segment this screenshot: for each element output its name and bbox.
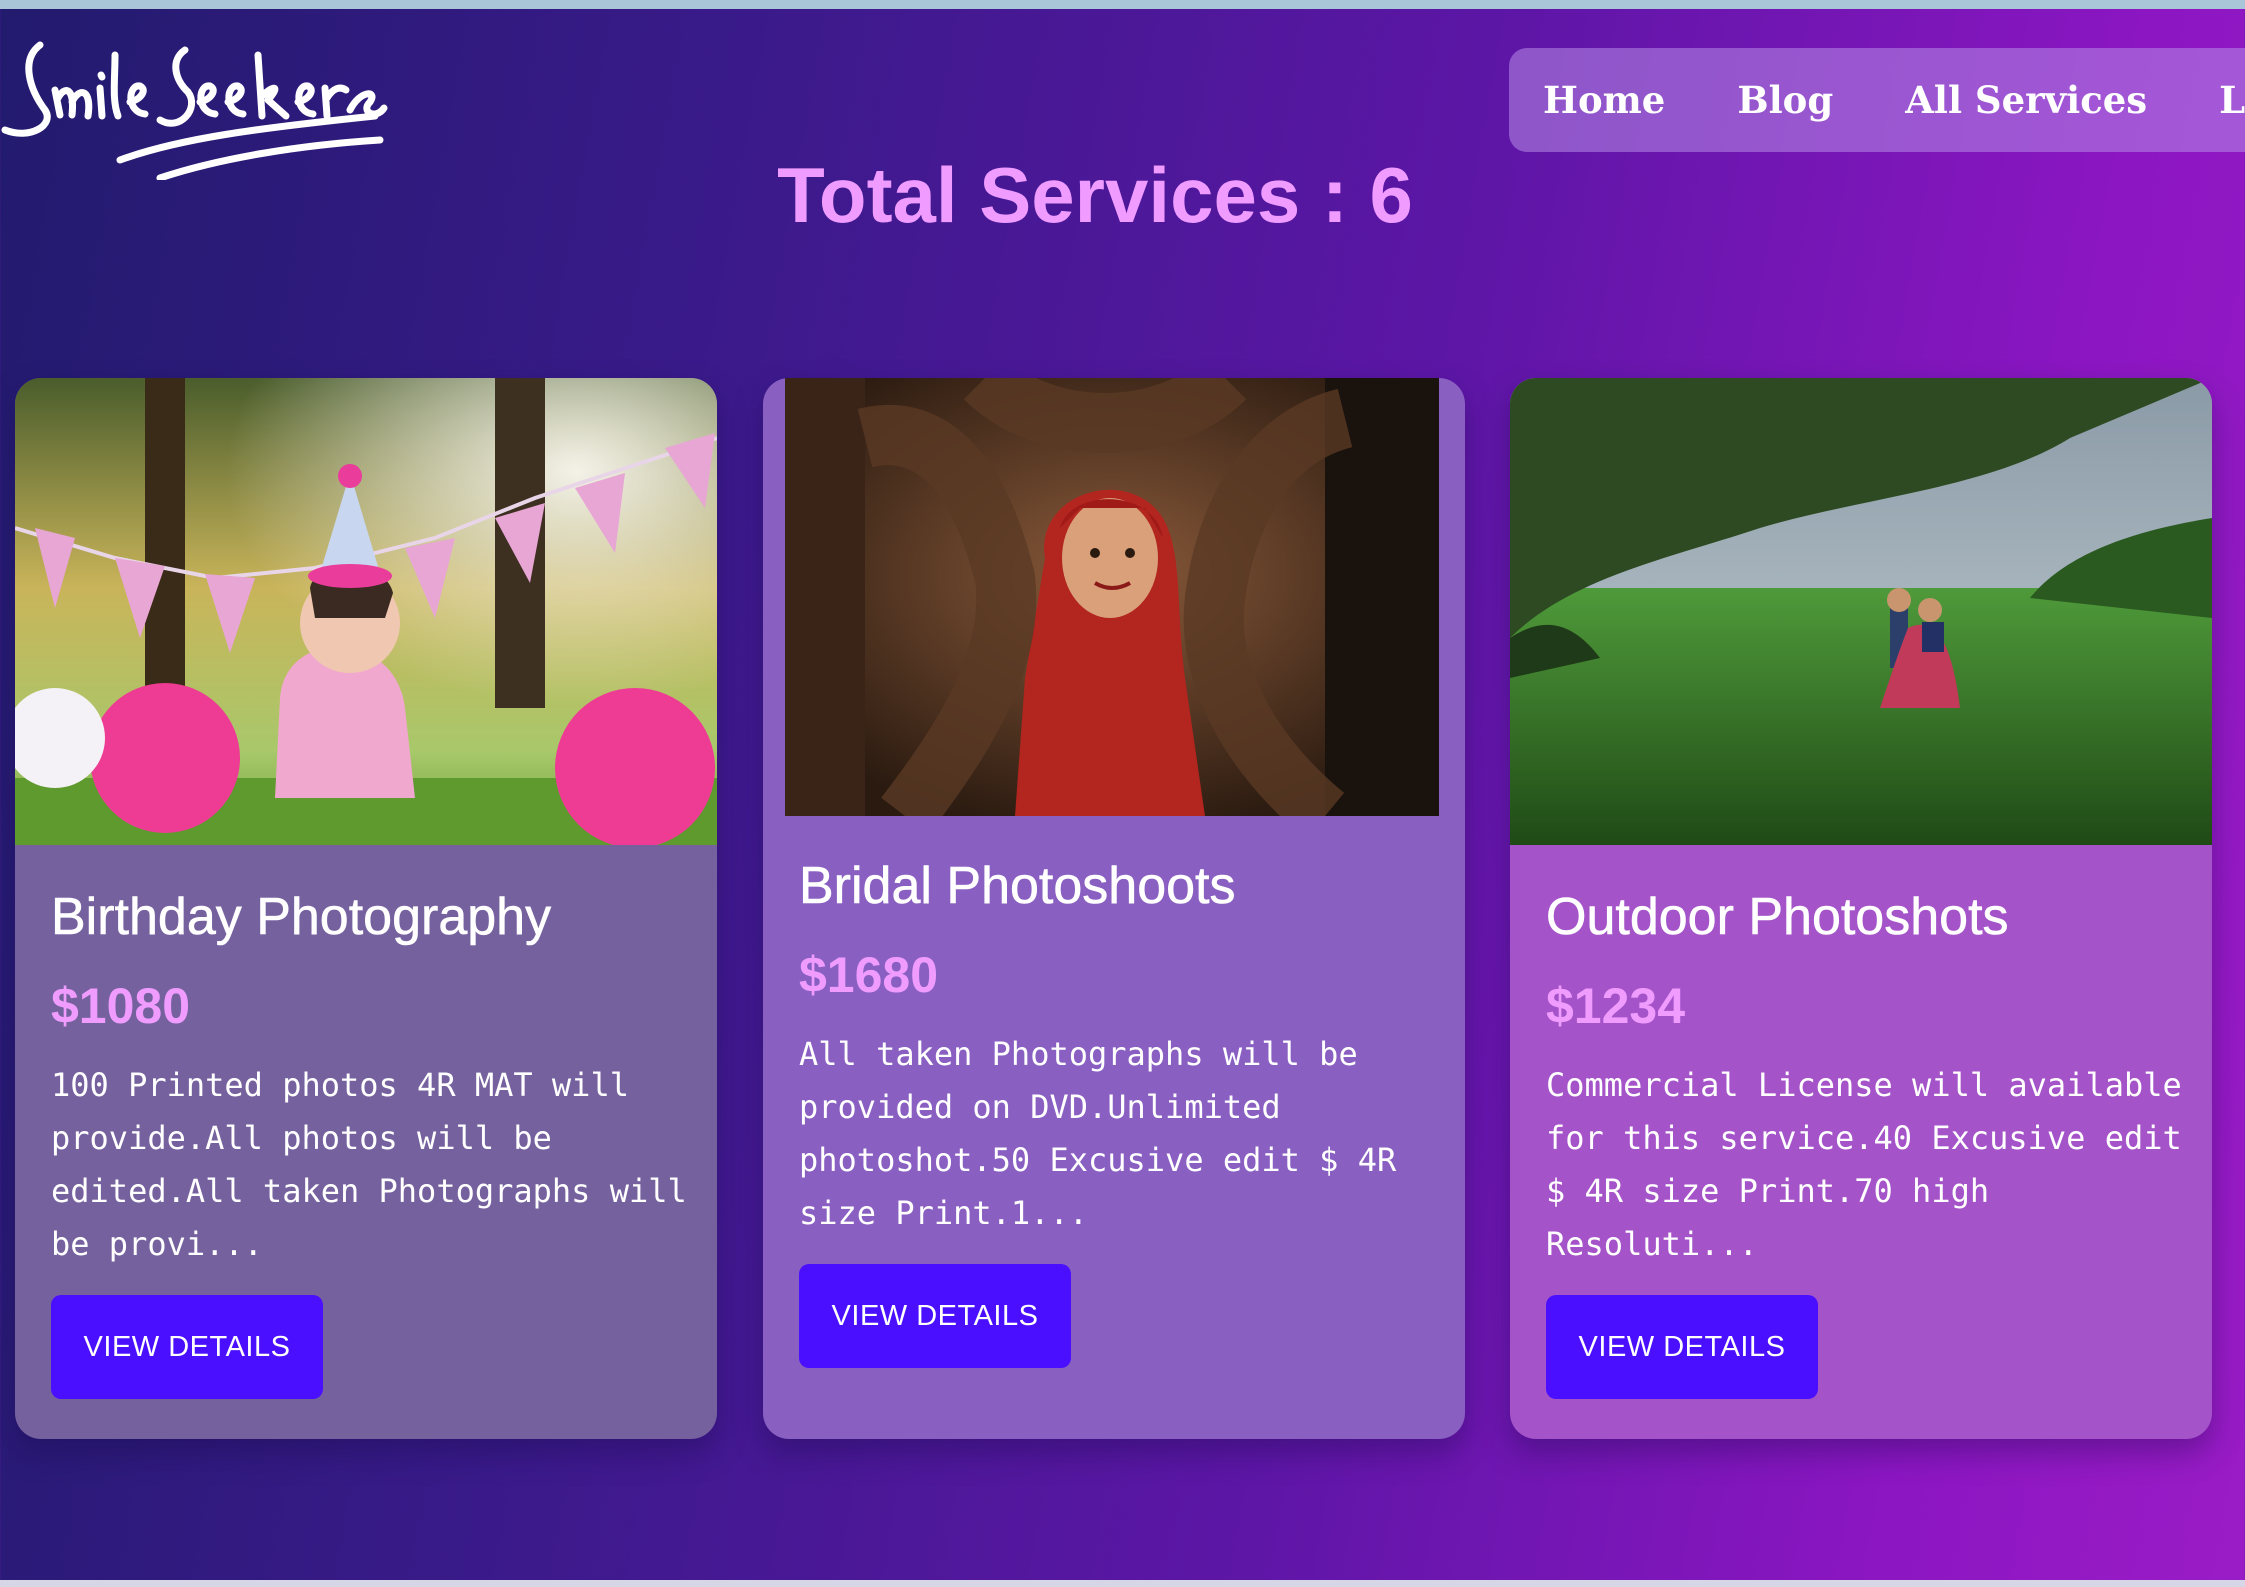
browser-top-strip [0,0,2245,9]
nav-blog[interactable]: Blog [1737,78,1833,122]
birthday-photo-image [15,378,717,848]
nav-login[interactable]: Login [2219,78,2245,122]
service-title: Bridal Photoshoots [799,857,1236,916]
view-details-button[interactable]: VIEW DETAILS [1546,1295,1818,1399]
service-price: $1680 [799,947,939,1003]
horizontal-scrollbar[interactable] [0,1580,2245,1587]
service-title: Birthday Photography [51,888,552,947]
service-description: Commercial License will available for th… [1546,1066,2182,1263]
service-card-outdoor: Outdoor Photoshots $1234 Commercial Lice… [1510,378,2212,1439]
main-nav: Home Blog All Services Login [1509,48,2245,152]
page-title: Total Services : 6 [777,151,1413,239]
service-description: 100 Printed photos 4R MAT will provide.A… [51,1066,687,1263]
view-details-button[interactable]: VIEW DETAILS [51,1295,323,1399]
service-price: $1080 [51,978,191,1034]
service-price: $1234 [1546,978,1686,1034]
service-description: All taken Photographs will be provided o… [799,1035,1397,1232]
nav-home[interactable]: Home [1543,78,1665,122]
view-details-button[interactable]: VIEW DETAILS [799,1264,1071,1368]
service-card-bridal: Bridal Photoshoots $1680 All taken Photo… [763,378,1465,1439]
service-title: Outdoor Photoshots [1546,888,2009,947]
nav-all-services[interactable]: All Services [1905,78,2147,122]
service-card-birthday: Birthday Photography $1080 100 Printed p… [15,378,717,1439]
outdoor-photo-image [1510,378,2212,845]
bridal-photo-image [785,378,1439,840]
